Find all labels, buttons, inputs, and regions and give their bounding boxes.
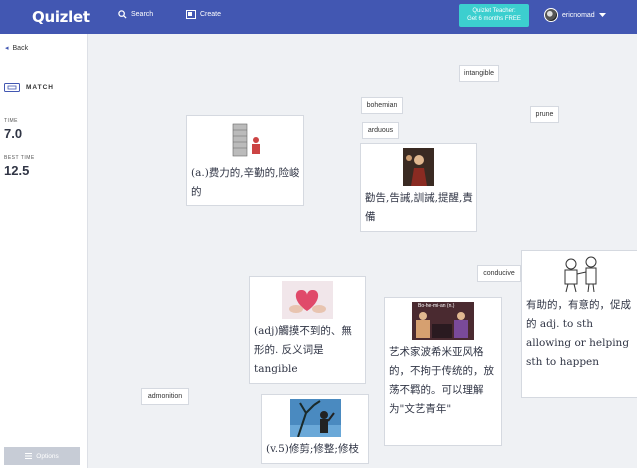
definition-text: 有助的，有意的，促成的 adj. to sth allowing or help… <box>526 299 631 368</box>
time-label: TIME <box>4 118 18 124</box>
match-icon <box>4 83 20 92</box>
definition-text: (adj)觸摸不到的、無形的. 反义词是tangible <box>254 325 352 375</box>
search-button[interactable]: Search <box>118 10 153 19</box>
teacher-promo-button[interactable]: Quizlet Teacher: Get 6 months FREE <box>459 4 529 27</box>
word-tile-intangible[interactable]: intangible <box>459 65 499 82</box>
sidebar: ◂ Back MATCH TIME 7.0 BEST TIME 12.5 Opt… <box>0 34 88 468</box>
definition-card-arduous[interactable]: (a.)费力的,辛勤的,险峻的 <box>186 115 304 206</box>
chevron-left-icon: ◂ <box>5 45 9 52</box>
definition-card-admonition[interactable]: 勸告,告誡,訓誡,提醒,責備 <box>360 143 477 232</box>
create-label: Create <box>200 11 222 18</box>
back-label: Back <box>12 44 29 52</box>
create-button[interactable]: Create <box>186 10 221 19</box>
time-value: 7.0 <box>4 126 23 141</box>
definition-text: (v.5)修剪;修整;修枝 <box>266 443 359 455</box>
definition-text: 勸告,告誡,訓誡,提醒,責備 <box>365 192 473 223</box>
menu-icon <box>25 453 33 459</box>
search-icon <box>118 10 127 19</box>
match-mode-header: MATCH <box>4 83 54 92</box>
helping-cartoon-image <box>564 256 597 293</box>
definition-card-bohemian[interactable]: Bo-he-mi-an (n.) 艺术家波希米亚风格的，不拘于传统的，放荡不羁的… <box>384 297 502 446</box>
chevron-down-icon <box>598 12 606 17</box>
create-icon <box>186 10 196 19</box>
options-label: Options <box>36 452 59 460</box>
search-label: Search <box>131 11 154 18</box>
pruning-photo-image <box>290 399 341 437</box>
definition-card-conducive[interactable]: 有助的，有意的，促成的 adj. to sth allowing or help… <box>521 250 637 398</box>
best-time-label: BEST TIME <box>4 155 35 161</box>
image-caption: Bo-he-mi-an (n.) <box>418 303 455 309</box>
best-time-value: 12.5 <box>4 163 30 178</box>
avatar <box>544 8 558 22</box>
user-menu[interactable]: ericnomad <box>544 8 606 22</box>
word-tile-conducive[interactable]: conducive <box>477 265 521 282</box>
word-tile-prune[interactable]: prune <box>530 106 559 123</box>
top-navigation-bar: Quizlet Search Create Quizlet Teacher: G… <box>0 0 637 34</box>
word-tile-bohemian[interactable]: bohemian <box>361 97 403 114</box>
painting-image <box>403 148 434 186</box>
definition-text: 艺术家波希米亚风格的，不拘于传统的，放荡不羁的。可以理解为"文艺青年" <box>389 346 494 415</box>
book-stack-image <box>232 123 260 157</box>
promo-line-2: Get 6 months FREE <box>467 16 521 22</box>
definition-card-prune[interactable]: (v.5)修剪;修整;修枝 <box>261 394 369 464</box>
word-tile-arduous[interactable]: arduous <box>362 122 399 139</box>
promo-line-1: Quizlet Teacher: <box>472 8 516 14</box>
definition-text: (a.)费力的,辛勤的,险峻的 <box>191 167 300 198</box>
back-button[interactable]: ◂ Back <box>5 44 29 53</box>
definition-card-intangible[interactable]: (adj)觸摸不到的、無形的. 反义词是tangible <box>249 276 366 384</box>
mode-label: MATCH <box>26 84 54 91</box>
word-tile-admonition[interactable]: admonition <box>141 388 189 405</box>
username: ericnomad <box>562 11 595 19</box>
options-button[interactable]: Options <box>4 447 80 465</box>
quizlet-logo[interactable]: Quizlet <box>32 8 90 26</box>
heart-image <box>282 281 333 319</box>
